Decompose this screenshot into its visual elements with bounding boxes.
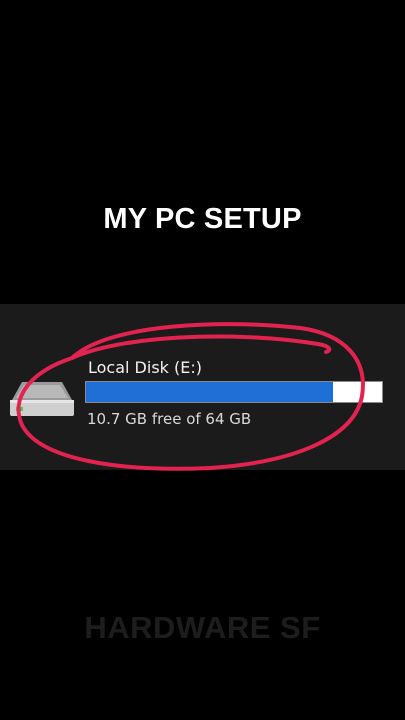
drive-usage-bar — [85, 381, 383, 403]
drive-usage-fill — [86, 382, 333, 402]
drive-name: Local Disk (E:) — [88, 358, 202, 377]
drive-free-space: 10.7 GB free of 64 GB — [87, 410, 252, 428]
video-headline: MY PC SETUP — [103, 203, 302, 235]
hard-drive-icon — [10, 382, 74, 416]
drive-item-local-disk-e[interactable]: Local Disk (E:) 10.7 GB free of 64 GB — [0, 304, 405, 470]
channel-watermark: HARDWARE SF — [84, 610, 321, 645]
